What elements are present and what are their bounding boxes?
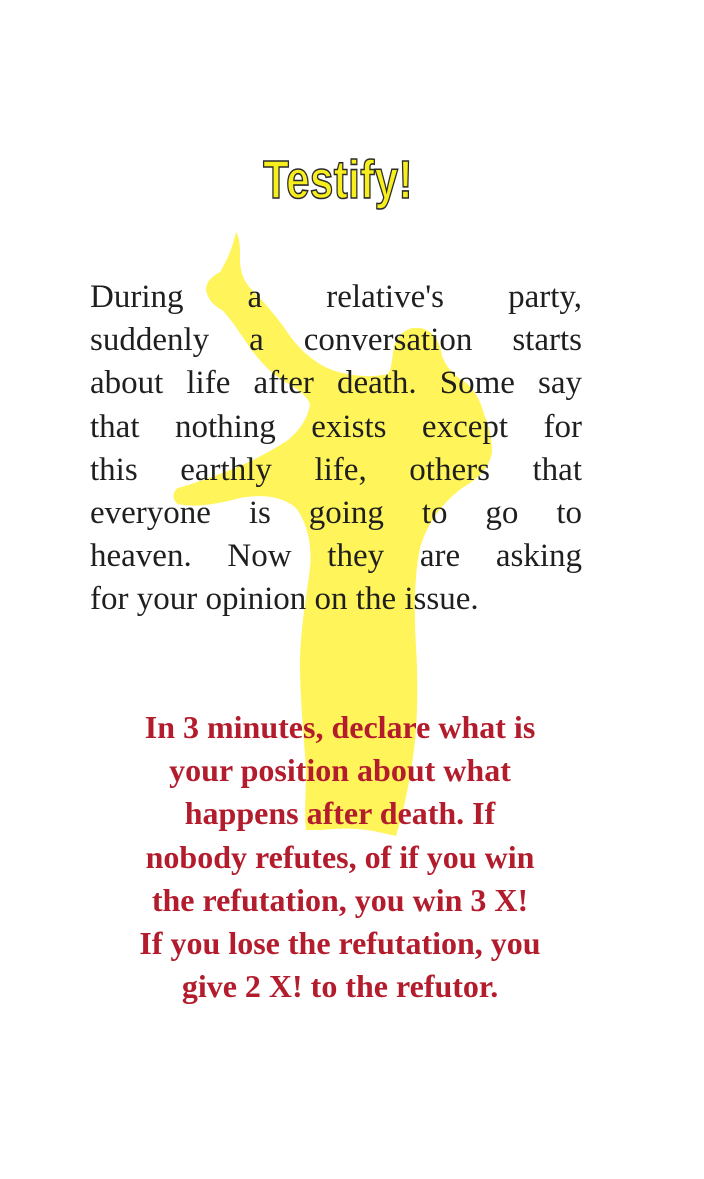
instruction-line: If you lose the refutation, you bbox=[139, 925, 541, 962]
instruction-line: In 3 minutes, declare what is bbox=[144, 709, 536, 745]
scenario-line: that nothing exists except for bbox=[90, 408, 582, 445]
instruction-line: your position about what bbox=[169, 752, 511, 789]
instruction-line: give 2 X! to the refutor. bbox=[181, 968, 499, 1005]
scenario-text: During a relative's party, suddenly a co… bbox=[90, 276, 582, 622]
instruction-line: nobody refutes, of if you win bbox=[145, 838, 535, 875]
instruction-line: happens after death. If bbox=[184, 795, 496, 832]
instruction-text: In 3 minutes, declare what is your posit… bbox=[40, 706, 640, 1008]
card-title: Testify! bbox=[262, 149, 413, 211]
scenario-line: heaven. Now they are asking bbox=[90, 538, 582, 575]
scenario-line: everyone is going to go to bbox=[90, 495, 582, 532]
scenario-line: this earthly life, others that bbox=[90, 451, 582, 488]
scenario-line: During a relative's party, bbox=[90, 279, 582, 315]
instruction-line: the refutation, you win 3 X! bbox=[151, 881, 529, 918]
scenario-line: about life after death. Some say bbox=[90, 365, 582, 402]
scenario-line: suddenly a conversation starts bbox=[90, 322, 582, 359]
scenario-line: for your opinion on the issue. bbox=[90, 581, 479, 618]
card: Testify! During a relative's party, sudd… bbox=[0, 0, 704, 1179]
